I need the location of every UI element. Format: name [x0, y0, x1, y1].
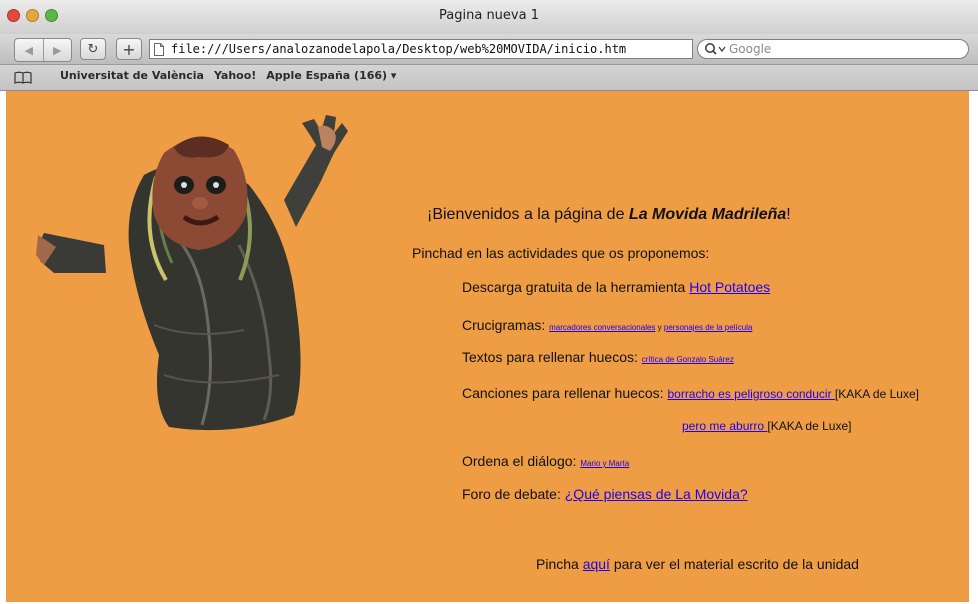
critica-link[interactable]: crítica de Gonzalo Suárez [642, 355, 734, 364]
forward-arrow-icon: ▶ [53, 43, 62, 57]
bookmark-yahoo[interactable]: Yahoo! [214, 69, 256, 82]
personajes-link[interactable]: personajes de la película [664, 323, 753, 332]
nav-buttons: ◀ ▶ [14, 38, 72, 62]
window-title: Pagina nueva 1 [439, 8, 539, 23]
canciones-label: Canciones para rellenar huecos: [462, 385, 668, 401]
descarga-label: Descarga gratuita de la herramienta [462, 279, 690, 295]
hot-potatoes-link[interactable]: Hot Potatoes [689, 279, 770, 295]
forward-button[interactable]: ▶ [44, 39, 72, 61]
welcome-heading: ¡Bienvenidos a la página de La Movida Ma… [427, 206, 791, 224]
marcadores-link[interactable]: marcadores conversacionales [549, 323, 655, 332]
puppet-figure-image [36, 115, 348, 431]
foro-label: Foro de debate: [462, 486, 565, 502]
reload-button[interactable]: ↻ [80, 38, 106, 60]
textos-label: Textos para rellenar huecos: [462, 349, 642, 365]
textos-row: Textos para rellenar huecos: crítica de … [462, 349, 734, 365]
mario-y-marta-link[interactable]: Mario y Marta [580, 459, 629, 468]
page-icon [154, 42, 166, 56]
welcome-prefix: ¡Bienvenidos a la página de [427, 206, 629, 223]
welcome-suffix: ! [786, 206, 791, 223]
footer-suffix: para ver el material escrito de la unida… [609, 556, 859, 572]
search-placeholder: Google [729, 42, 772, 56]
search-icon [705, 43, 726, 55]
aqui-link[interactable]: aquí [583, 556, 610, 572]
right-edge [969, 91, 978, 604]
canciones-suffix-1: [KAKA de Luxe] [834, 387, 919, 401]
add-bookmark-button[interactable]: + [116, 38, 142, 60]
plus-icon: + [122, 39, 136, 59]
pero-me-aburro-link[interactable]: pero me aburro [682, 419, 767, 433]
foro-row: Foro de debate: ¿Qué piensas de La Movid… [462, 486, 748, 502]
borracho-link[interactable]: borracho es peligroso conducir [667, 387, 834, 401]
intro-text: Pinchad en las actividades que os propon… [412, 245, 710, 261]
crucigramas-separator: y [655, 323, 664, 332]
crucigramas-row: Crucigramas: marcadores conversacionales… [462, 317, 752, 333]
canciones-row-2: pero me aburro [KAKA de Luxe] [682, 419, 851, 433]
search-field[interactable]: Google [697, 39, 969, 59]
book-icon[interactable] [14, 70, 32, 84]
foro-link[interactable]: ¿Qué piensas de La Movida? [565, 486, 748, 502]
ordena-label: Ordena el diálogo: [462, 453, 581, 469]
welcome-title: La Movida Madrileña [628, 206, 787, 223]
bookmark-list: Universitat de València Yahoo! Apple Esp… [60, 69, 396, 82]
reload-icon: ↻ [87, 41, 99, 57]
descarga-row: Descarga gratuita de la herramienta Hot … [462, 279, 770, 295]
canciones-suffix-2: [KAKA de Luxe] [767, 419, 852, 433]
bookmark-universitat[interactable]: Universitat de València [60, 69, 204, 82]
url-text: file:///Users/analozanodelapola/Desktop/… [171, 42, 627, 56]
crucigramas-label: Crucigramas: [462, 317, 550, 333]
title-bar: Pagina nueva 1 [0, 0, 978, 34]
back-arrow-icon: ◀ [24, 43, 33, 57]
footer-line: Pincha aquí para ver el material escrito… [536, 556, 859, 572]
canciones-row: Canciones para rellenar huecos: borracho… [462, 385, 919, 401]
page-content: ¡Bienvenidos a la página de La Movida Ma… [6, 91, 969, 602]
ordena-row: Ordena el diálogo: Mario y Marta [462, 453, 629, 469]
address-bar[interactable]: file:///Users/analozanodelapola/Desktop/… [149, 39, 693, 59]
bookmark-apple-espana[interactable]: Apple España (166) ▾ [266, 69, 396, 82]
back-button[interactable]: ◀ [15, 39, 44, 61]
footer-prefix: Pincha [536, 556, 583, 572]
